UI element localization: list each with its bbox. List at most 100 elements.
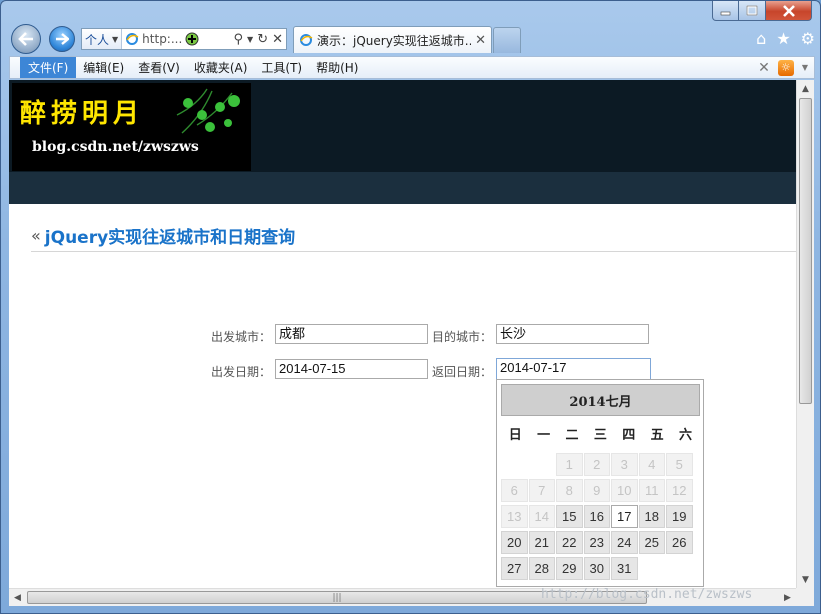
day-cell-disabled: 8 (556, 479, 583, 502)
address-profile-dropdown[interactable]: 个人 ▼ (82, 29, 123, 49)
page-heading: « jQuery实现往返城市和日期查询 (31, 220, 796, 252)
rss-feed-icon[interactable]: ☼ (777, 59, 794, 76)
vine-decoration-icon (176, 88, 240, 134)
depart-city-label: 出发城市： (211, 330, 272, 344)
day-cell-disabled: 5 (666, 453, 693, 476)
day-cell-disabled: 7 (528, 479, 555, 502)
vertical-scroll-thumb[interactable] (799, 98, 812, 404)
depart-city-input[interactable]: 成都 (275, 324, 428, 344)
depart-date-input[interactable]: 2014-07-15 (275, 359, 428, 379)
day-cell-disabled: 2 (583, 453, 610, 476)
day-cell-disabled: 9 (583, 479, 610, 502)
day-cell[interactable]: 18 (638, 505, 665, 528)
back-button[interactable] (11, 24, 41, 54)
home-icon[interactable]: ⌂ (756, 29, 766, 48)
weekday-label: 六 (679, 428, 693, 443)
day-cell[interactable]: 16 (583, 505, 610, 528)
scroll-up-arrow-icon[interactable]: ▲ (797, 80, 814, 97)
scroll-left-arrow-icon[interactable]: ◀ (9, 589, 26, 606)
logo-subtitle: blog.csdn.net/zwszws (32, 139, 199, 155)
logo-title: 醉捞明月 (20, 99, 145, 129)
maximize-icon (746, 5, 758, 16)
day-cell[interactable]: 27 (501, 557, 528, 580)
watermark: http://blog.csdn.net/zwszws (541, 587, 753, 602)
banner-nav-strip (9, 172, 796, 204)
weekday-label: 日 (508, 428, 522, 443)
day-cell-empty (666, 557, 693, 580)
datepicker-grid: 1 2 3 4 5 6 7 8 9 10 11 12 13 14 15 16 1… (501, 453, 700, 583)
day-cell-disabled: 4 (638, 453, 665, 476)
day-cell[interactable]: 21 (528, 531, 555, 554)
day-cell[interactable]: 24 (611, 531, 638, 554)
close-icon (782, 4, 795, 17)
datepicker-week-row: 6 7 8 9 10 11 12 (501, 479, 700, 505)
day-cell[interactable]: 30 (583, 557, 610, 580)
weekday-label: 四 (622, 428, 636, 443)
minimize-icon (720, 11, 730, 15)
close-window-button[interactable] (766, 1, 812, 21)
day-cell-disabled: 11 (638, 479, 665, 502)
day-cell[interactable]: 19 (666, 505, 693, 528)
address-bar[interactable]: 个人 ▼ http:... ⚲ ▼ ↻ ✕ (81, 28, 287, 50)
day-cell[interactable]: 23 (583, 531, 610, 554)
day-cell[interactable]: 26 (666, 531, 693, 554)
datepicker-week-row: 13 14 15 16 17 18 19 (501, 505, 700, 531)
day-cell-selected[interactable]: 17 (611, 505, 638, 528)
tab-demo[interactable]: 演示：jQuery实现往返城市... ✕ (293, 26, 492, 53)
compat-plus-icon[interactable] (185, 32, 199, 46)
site-logo[interactable]: 醉捞明月 blog.csdn.net/zwszws (12, 83, 251, 171)
search-icon[interactable]: ⚲ (234, 32, 244, 47)
day-cell-empty (501, 453, 528, 476)
address-tools: ⚲ ▼ ↻ ✕ (234, 32, 287, 47)
scrollbar-corner (796, 588, 814, 606)
url-field[interactable]: http:... (122, 32, 233, 46)
chevron-down-icon[interactable]: ▼ (802, 63, 808, 72)
maximize-button[interactable] (739, 1, 766, 21)
day-cell[interactable]: 29 (556, 557, 583, 580)
menu-tools[interactable]: 工具(T) (254, 57, 309, 78)
day-cell-disabled: 6 (501, 479, 528, 502)
day-cell[interactable]: 15 (556, 505, 583, 528)
day-cell[interactable]: 25 (638, 531, 665, 554)
day-cell-empty (529, 453, 556, 476)
arrow-left-icon (18, 32, 33, 46)
return-date-input[interactable]: 2014-07-17 (496, 358, 651, 380)
menu-help[interactable]: 帮助(H) (309, 57, 365, 78)
page-viewport: 醉捞明月 blog.csdn.net/zwszws « jQuery实现往返城市… (9, 80, 796, 588)
menu-view[interactable]: 查看(V) (131, 57, 187, 78)
menu-edit[interactable]: 编辑(E) (76, 57, 131, 78)
browser-right-tools: ⌂ ★ ⚙ (756, 29, 815, 48)
minimize-button[interactable] (712, 1, 739, 21)
weekday-label: 一 (537, 428, 551, 443)
close-menubar-icon[interactable]: ✕ (758, 60, 770, 76)
double-chevron-left-icon: « (31, 226, 41, 245)
datepicker-weekdays: 日 一 二 三 四 五 六 (501, 424, 700, 443)
day-cell[interactable]: 31 (611, 557, 638, 580)
stop-icon[interactable]: ✕ (272, 32, 283, 47)
url-text: http:... (142, 32, 183, 46)
menu-file[interactable]: 文件(F) (20, 57, 77, 78)
day-cell-disabled: 14 (528, 505, 555, 528)
weekday-label: 二 (565, 428, 579, 443)
scroll-right-arrow-icon[interactable]: ▶ (779, 589, 796, 606)
day-cell-disabled: 3 (611, 453, 638, 476)
new-tab-button[interactable] (493, 27, 521, 53)
vertical-scrollbar[interactable]: ▲ ▼ (796, 80, 814, 588)
return-date-label: 返回日期： (432, 365, 493, 379)
day-cell[interactable]: 20 (501, 531, 528, 554)
chevron-down-icon: ▼ (112, 34, 119, 44)
menu-favorites[interactable]: 收藏夹(A) (187, 57, 255, 78)
favorites-star-icon[interactable]: ★ (776, 29, 790, 48)
forward-button[interactable] (49, 26, 75, 52)
navigation-bar: 个人 ▼ http:... ⚲ ▼ ↻ ✕ 演示：jQuery实现往返城市...… (9, 23, 815, 55)
day-cell[interactable]: 22 (556, 531, 583, 554)
dest-city-label: 目的城市： (432, 330, 493, 344)
scroll-down-arrow-icon[interactable]: ▼ (797, 571, 814, 588)
refresh-icon[interactable]: ↻ (257, 32, 268, 47)
menu-bar: 文件(F) 编辑(E) 查看(V) 收藏夹(A) 工具(T) 帮助(H) ✕ ☼… (9, 56, 815, 79)
day-cell[interactable]: 28 (528, 557, 555, 580)
chevron-down-icon[interactable]: ▼ (247, 35, 253, 44)
close-tab-icon[interactable]: ✕ (475, 33, 486, 48)
dest-city-input[interactable]: 长沙 (496, 324, 649, 344)
gear-icon[interactable]: ⚙ (801, 29, 815, 48)
